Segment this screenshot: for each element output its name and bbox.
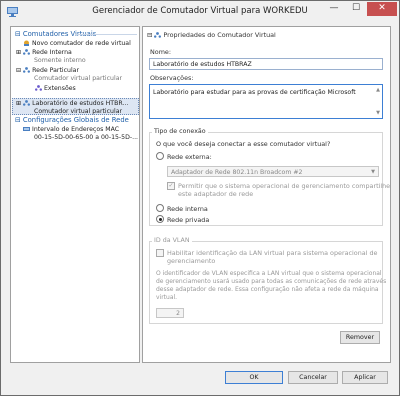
new-switch-icon [24,40,29,46]
share-adapter-label-2: este adaptador de rede [178,190,254,198]
collapse-icon: ⊟ [15,116,23,124]
scroll-up-icon[interactable]: ▲ [375,87,381,93]
switch-tree-panel: ⊟ Comutadores Virtuais Novo comutador de… [10,26,140,363]
vlan-title: ID da VLAN [152,237,192,244]
vlan-description-line: O identificador de VLAN especifica a LAN… [156,270,382,277]
network-adapter-select[interactable]: Adaptador de Rede 802.11n Broadcom #2 ▼ [167,166,379,177]
notes-label: Observações: [150,74,194,82]
cancel-button[interactable]: Cancelar [288,371,338,384]
vlan-enable-checkbox[interactable] [156,249,164,257]
vlan-description-line: virtual. [156,294,178,301]
title-bar: Gerenciador de Comutador Virtual para WO… [1,1,399,23]
apply-button[interactable]: Aplicar [342,371,388,384]
ok-button[interactable]: OK [225,371,283,384]
maximize-button[interactable]: ☐ [345,2,367,16]
network-switch-icon [23,67,31,73]
notes-text: Laboratório para estudar para as provas … [153,89,356,96]
share-adapter-checkbox[interactable]: ✓ [167,182,175,190]
expand-icon: ⊞ [16,49,24,56]
properties-section-header: ⊟ Propriedades do Comutador Virtual [147,31,276,39]
vlan-description-line: de gerenciamento usará usado para todas … [156,278,387,285]
connection-type-title: Tipo de conexão [152,128,208,135]
section-title: Propriedades do Comutador Virtual [163,31,276,39]
network-switch-icon [23,49,31,55]
tree-item-internal-network[interactable]: ⊞ Rede Interna [16,49,72,56]
tree-item-label: Laboratório de estudos HTBR... [32,100,129,107]
vlan-enable-label-2: gerenciamento [167,257,216,265]
connection-question: O que você deseja conectar a esse comuta… [156,140,331,148]
tree-item-mac-range[interactable]: Intervalo de Endereços MAC [23,126,119,133]
tree-item-subtitle: 00-15-5D-00-65-00 a 00-15-5D-... [34,134,139,141]
internal-network-label: Rede interna [167,205,208,213]
network-switch-icon [23,100,31,106]
collapse-icon: ⊟ [15,30,23,38]
close-button[interactable]: ✕ [367,2,397,16]
tree-item-subtitle: Comutador virtual particular [34,75,123,82]
private-network-label: Rede privada [167,216,210,224]
tree-item-new-switch[interactable]: Novo comutador de rede virtual [23,40,131,47]
vlan-description: O identificador de VLAN especifica a LAN… [156,270,386,302]
mac-address-icon [23,127,30,131]
scroll-down-icon[interactable]: ▼ [375,110,381,116]
tree-item-label: Intervalo de Endereços MAC [32,126,120,133]
name-label: Nome: [150,48,172,56]
tree-item-label: Rede Interna [32,49,72,56]
name-field[interactable]: Laboratório de estudos HTBRAZ [149,58,383,70]
remove-button[interactable]: Remover [340,331,380,344]
external-network-label: Rede externa: [167,153,212,161]
expand-icon: ⊞ [16,100,24,107]
extensions-icon [35,85,42,91]
tree-item-label: Novo comutador de rede virtual [32,40,131,47]
tree-item-label: Rede Particular [32,67,79,74]
tree-item-subtitle: Comutador virtual particular [34,108,123,115]
collapse-icon: ⊟ [16,67,24,74]
minimize-button[interactable]: — [323,2,345,16]
tree-category-global-network[interactable]: ⊟ Configurações Globais de Rede [15,116,129,124]
network-switch-icon [154,32,162,38]
notes-textarea[interactable]: Laboratório para estudar para as provas … [149,84,383,119]
virtual-switch-manager-window: Gerenciador de Comutador Virtual para WO… [0,0,400,396]
tree-item-subtitle: Somente interno [34,57,86,64]
chevron-down-icon: ▼ [371,169,375,175]
vlan-id-spinner[interactable]: 2 [156,308,184,318]
vlan-description-line: desse adaptador de rede. Essa configuraç… [156,286,379,293]
collapse-icon: ⊟ [147,31,155,39]
tree-item-label: Extensões [44,85,76,92]
category-divider [75,34,137,35]
internal-network-radio[interactable] [156,204,164,212]
tree-item-private-network[interactable]: ⊟ Rede Particular [16,67,79,74]
share-adapter-label: Permitir que o sistema operacional de ge… [178,182,391,190]
tree-category-label: Configurações Globais de Rede [22,116,129,124]
private-network-radio[interactable] [156,215,164,223]
external-network-radio[interactable] [156,152,164,160]
select-value: Adaptador de Rede 802.11n Broadcom #2 [171,169,303,176]
vlan-enable-label: Habilitar identificação da LAN virtual p… [167,249,378,257]
tree-item-extensions[interactable]: Extensões [35,85,76,92]
tree-item-study-lab[interactable]: ⊞ Laboratório de estudos HTBR... [16,100,128,107]
